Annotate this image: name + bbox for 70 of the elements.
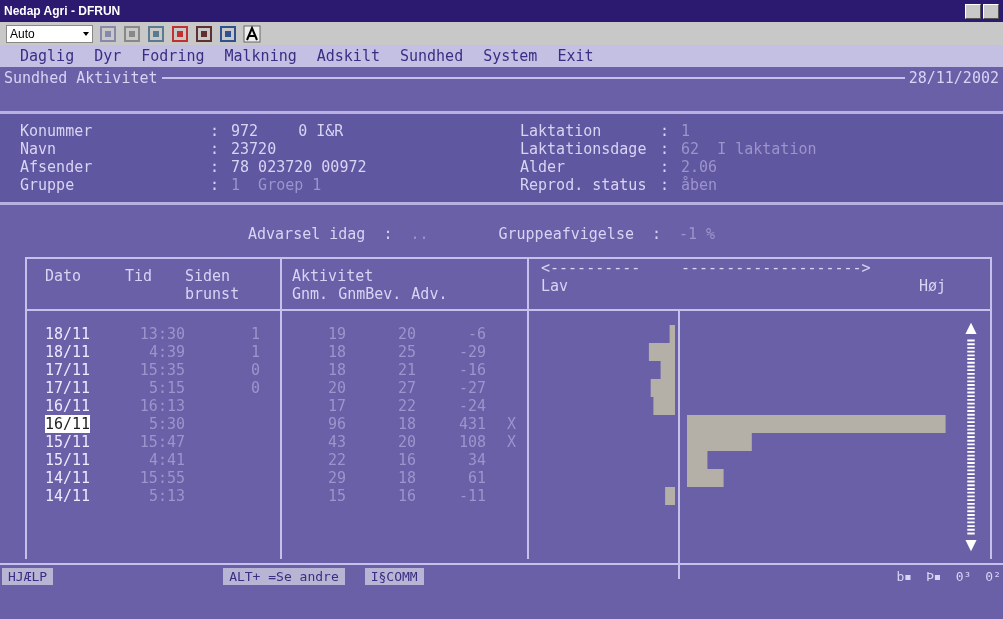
field-value: 972 bbox=[231, 122, 259, 140]
summary-label: Advarsel idag bbox=[248, 225, 366, 243]
date-cell[interactable]: 15/11 bbox=[45, 433, 91, 451]
colon: : bbox=[210, 158, 220, 176]
menu-item[interactable]: Fodring bbox=[141, 47, 225, 65]
menu-item[interactable]: System bbox=[483, 47, 558, 65]
menu-item[interactable]: Sundhed bbox=[399, 47, 484, 65]
colon: : bbox=[660, 158, 670, 176]
date-cell[interactable]: 14/11 bbox=[45, 469, 91, 487]
field-value: 62 I laktation bbox=[681, 140, 817, 158]
column-header: Siden brunst bbox=[185, 267, 241, 303]
colon: : bbox=[660, 140, 670, 158]
field-label: Afsender bbox=[20, 158, 94, 176]
column-header: Gnm. bbox=[292, 285, 329, 303]
field-value: 2.06 bbox=[681, 158, 718, 176]
date-cell[interactable]: 15/11 bbox=[45, 451, 91, 469]
menu-item[interactable]: Adskilt bbox=[316, 47, 400, 65]
arrow-label: <---------- bbox=[541, 259, 642, 277]
font-select[interactable]: Auto bbox=[6, 24, 93, 43]
date-cell[interactable]: 16/11 bbox=[45, 397, 91, 415]
field-label: Reprod. status bbox=[520, 176, 648, 194]
status-indicator: b▪ bbox=[896, 568, 913, 584]
key-hint[interactable]: I§COMM bbox=[364, 567, 424, 585]
window-title: Nedap Agri - DFRUN bbox=[4, 4, 121, 18]
field-value: 0 I&R bbox=[298, 122, 344, 140]
field-value: 78 023720 00972 bbox=[231, 158, 367, 176]
date-cell[interactable]: 18/11 bbox=[45, 343, 91, 361]
help-key[interactable]: HJÆLP bbox=[2, 567, 54, 585]
field-label: Konummer bbox=[20, 122, 94, 140]
column-header: Adv. bbox=[411, 285, 448, 303]
summary-value: .. bbox=[410, 225, 429, 243]
status-indicator: Þ▪ bbox=[926, 568, 942, 584]
axis-label: Høj bbox=[918, 277, 946, 295]
status-indicator: 0² bbox=[985, 568, 1001, 584]
date-cell[interactable]: 18/11 bbox=[45, 325, 91, 343]
column-header: Tid bbox=[125, 267, 154, 285]
menu-item[interactable]: Exit bbox=[557, 47, 614, 65]
colon: : bbox=[651, 225, 661, 243]
field-label: Laktationsdage bbox=[520, 140, 648, 158]
field-value: 1 Groep 1 bbox=[231, 176, 322, 194]
date-cell[interactable]: 16/11 bbox=[45, 415, 91, 433]
menu-item[interactable]: Dyr bbox=[94, 47, 142, 65]
field-value: åben bbox=[681, 176, 718, 194]
arrow-label: --------------------> bbox=[681, 259, 871, 277]
field-value: 23720 bbox=[231, 140, 277, 158]
field-label: Navn bbox=[20, 140, 58, 158]
column-header: Dato bbox=[45, 267, 83, 285]
colon: : bbox=[660, 176, 670, 194]
field-value: 1 bbox=[681, 122, 691, 140]
colon: : bbox=[210, 122, 220, 140]
group-header: Aktivitet bbox=[292, 267, 375, 285]
date-cell[interactable]: 14/11 bbox=[45, 487, 91, 505]
status-indicator: 0³ bbox=[955, 568, 972, 584]
axis-label: Lav bbox=[541, 277, 569, 295]
screen-title: Sundhed Aktivitet bbox=[4, 69, 158, 87]
date-cell[interactable]: 17/11 bbox=[45, 379, 91, 397]
colon: : bbox=[210, 176, 220, 194]
colon: : bbox=[660, 122, 670, 140]
date-text: 28/11/2002 bbox=[908, 69, 999, 87]
summary-label: Gruppeafvigelse bbox=[498, 225, 634, 243]
key-hint[interactable]: ALT+ =Se andre bbox=[223, 567, 345, 585]
date-cell[interactable]: 17/11 bbox=[45, 361, 91, 379]
field-label: Alder bbox=[520, 158, 567, 176]
field-label: Gruppe bbox=[20, 176, 76, 194]
colon: : bbox=[210, 140, 220, 158]
colon: : bbox=[383, 225, 393, 243]
column-header: GnmBev. bbox=[338, 285, 402, 303]
menu-item[interactable]: Malkning bbox=[224, 47, 317, 65]
menu-item[interactable]: Daglig bbox=[20, 47, 95, 65]
field-label: Laktation bbox=[520, 122, 603, 140]
